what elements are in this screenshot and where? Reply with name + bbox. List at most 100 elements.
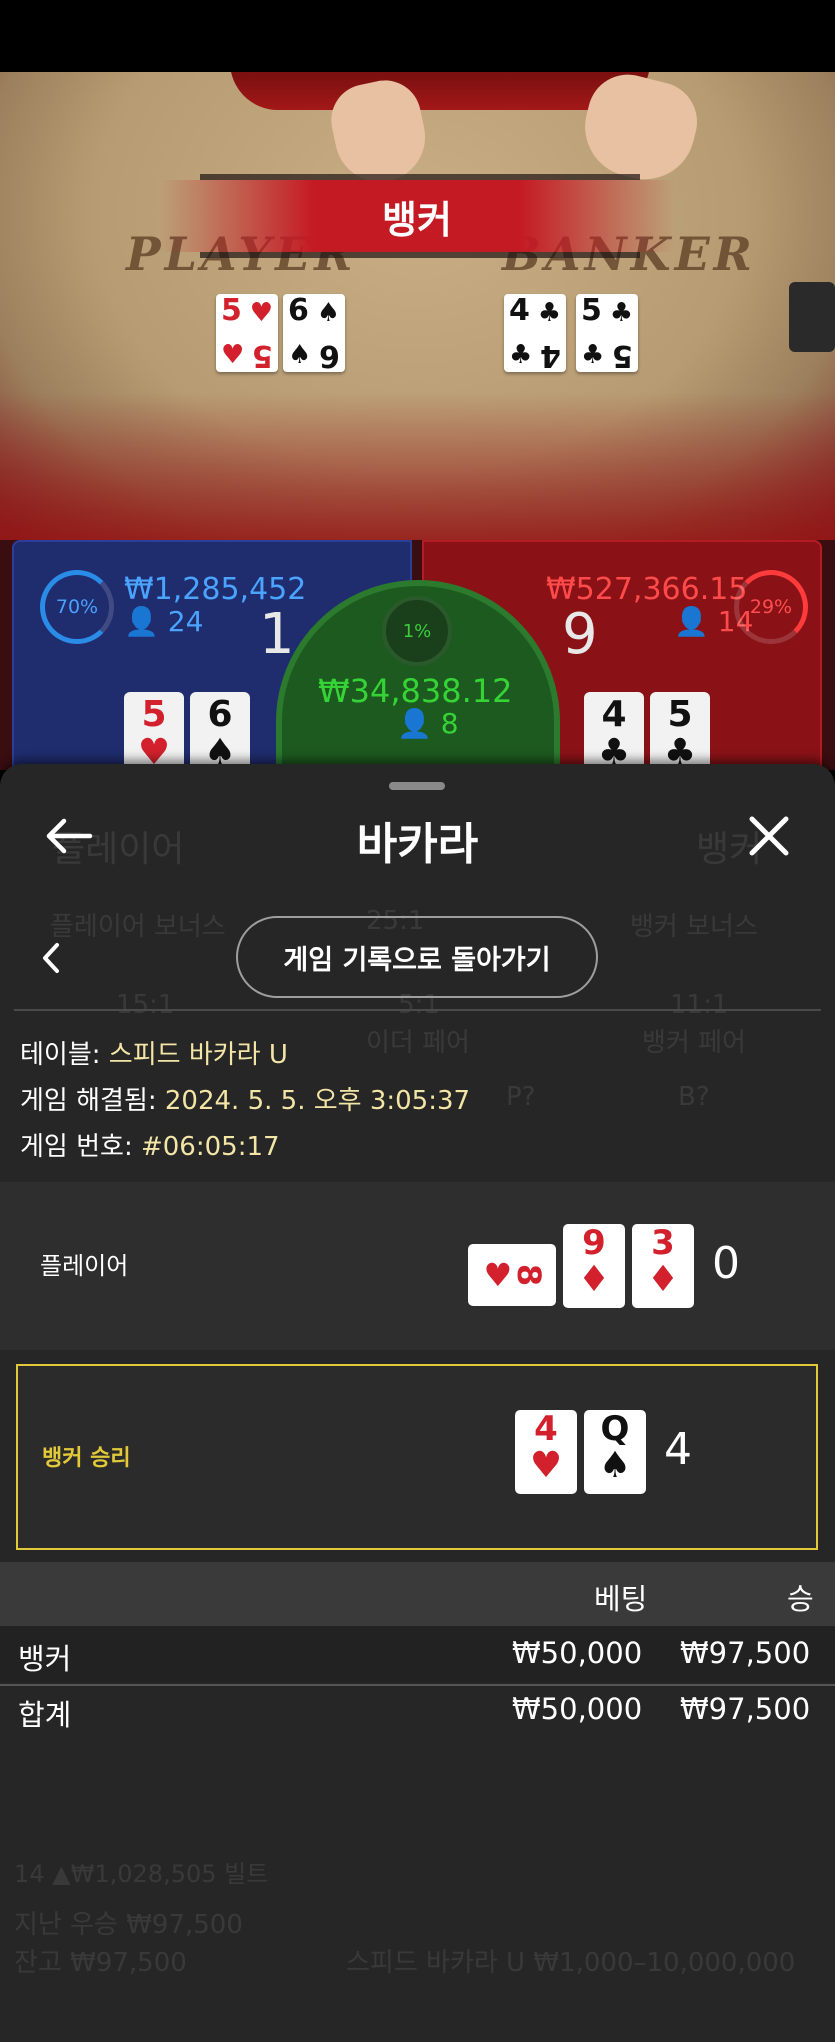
table-player-card-1: 5 ♥ ♥ 5 [216,293,278,373]
card-rank: Q [600,1409,630,1449]
bets-header-win: 승 [787,1582,814,1616]
banker-percent-ring: 29% [734,570,808,644]
banker-card-1: 4 ♥ [515,1410,577,1494]
table-banker-card-2: 5 ♣ ♣ 5 [576,293,638,373]
table-banker-card-1: 4 ♣ ♣ 4 [504,293,566,373]
user-icon: 👤 [397,707,432,740]
bg-b-ask: B? [678,1082,710,1112]
player-hand-total: 0 [712,1238,740,1289]
card-suit: ♥ [529,1445,563,1486]
divider [14,1009,821,1011]
bg-player-bonus: 플레이어 보너스 [50,912,226,942]
banner-line-bottom [200,252,640,258]
top-bar [0,0,835,72]
bg-footer-last-win: 지난 우승 ₩97,500 [14,1910,243,1940]
banker-stat-card-2: 5 ♣ [650,692,710,772]
player-count-value: 24 [167,605,204,638]
player-hand-label: 플레이어 [40,1252,129,1280]
card-suit: ♣ [581,340,605,370]
player-hand-row: 플레이어 ♥ 8 9 ♦ 3 ♦ 0 [0,1182,835,1350]
bg-footer-limits: 스피드 바카라 U ₩1,000–10,000,000 [346,1948,796,1978]
card-suit: ♦ [577,1259,611,1300]
user-icon: 👤 [124,605,159,638]
card-shoe [789,282,835,352]
card-rank: 4 [534,1409,558,1449]
card-suit: ♣ [609,298,633,328]
banker-hand-row: 뱅커 승리 4 ♥ Q ♠ 4 [16,1364,818,1550]
card-suit: ♥ [221,340,245,370]
banker-card-2: Q ♠ [584,1410,646,1494]
divider [0,1684,835,1686]
total-bet: ₩50,000 [512,1692,643,1726]
close-icon[interactable] [747,814,791,858]
tie-bet-total: ₩34,838.12 [318,672,513,710]
bg-odds-right: 11:1 [670,990,729,1020]
player-stat-card-1: 5 ♥ [124,692,184,772]
banker-win-label: 뱅커 승리 [42,1446,131,1471]
card-suit: ♠ [598,1445,632,1486]
bets-total-row: 합계 ₩50,000 ₩97,500 [0,1688,835,1744]
game-detail-sheet: 플레이어 뱅커 플레이어 보너스 25:1 뱅커 보너스 15:1 5:1 이더… [0,764,835,2042]
tie-percent-ring: 1% [382,596,452,666]
info-table-label: 테이블: [20,1040,109,1070]
card-suit: ♥ [249,298,273,328]
player-bettor-count: 👤 24 [124,605,203,638]
card-suit: ♦ [646,1259,680,1300]
card-suit: ♣ [537,298,561,328]
table-player-card-2: 6 ♠ ♠ 6 [283,293,345,373]
info-resolved: 게임 해결됨: 2024. 5. 5. 오후 3:05:37 [20,1080,470,1117]
card-suit: ♥ [483,1256,513,1294]
bg-footer-line1: 14 ▲₩1,028,505 빌트 [14,1860,269,1888]
winner-banner: 뱅커 [160,180,674,252]
bg-footer-balance: 잔고 ₩97,500 [14,1948,187,1978]
info-game-number-value: #06:05:17 [140,1132,280,1162]
card-rank: 6 [288,293,309,328]
live-video: PLAYER BANKER 뱅커 5 ♥ ♥ 5 6 ♠ ♠ 6 4 ♣ ♣ 4… [0,72,835,542]
bets-header-bet: 베팅 [594,1582,648,1616]
bets-table-header: 베팅 승 [0,1562,835,1626]
tie-percent: 1% [402,620,432,642]
banker-percent: 29% [749,596,793,618]
card-rank: 8 [510,1263,549,1287]
card-suit: ♣ [509,340,533,370]
info-resolved-value: 2024. 5. 5. 오후 3:05:37 [164,1086,471,1116]
player-third-card: ♥ 8 [468,1244,556,1306]
sheet-drag-handle[interactable] [389,782,445,790]
card-rank: 5 [581,293,602,328]
bg-odds-left: 15:1 [116,990,175,1020]
info-resolved-label: 게임 해결됨: [20,1086,165,1116]
card-rank: 5 [612,338,633,373]
total-win: ₩97,500 [680,1692,811,1726]
info-game-number-label: 게임 번호: [20,1132,141,1162]
sheet-title: 바카라 [356,819,479,870]
back-to-history-button[interactable]: 게임 기록으로 돌아가기 [236,916,598,998]
video-fade [0,392,835,542]
tie-count-value: 8 [440,707,459,740]
card-rank: 4 [509,293,530,328]
player-card-2: 3 ♦ [632,1224,694,1308]
info-table-value: 스피드 바카라 U [108,1040,288,1070]
card-rank: 5 [221,293,242,328]
player-percent-ring: 70% [40,570,114,644]
dealer-sleeve [230,72,650,110]
card-rank: 4 [540,338,561,373]
card-rank: 4 [601,694,627,735]
card-rank: 5 [252,338,273,373]
card-rank: 6 [207,694,233,735]
bet-name: 뱅커 [18,1642,72,1676]
user-icon: 👤 [674,605,709,638]
banker-score: 9 [562,602,598,667]
total-name: 합계 [18,1698,72,1732]
info-game-number: 게임 번호: #06:05:17 [20,1126,280,1163]
player-card-1: 9 ♦ [563,1224,625,1308]
table-row: 뱅커 ₩50,000 ₩97,500 [0,1626,835,1682]
banker-stat-card-1: 4 ♣ [584,692,644,772]
banker-hand-total: 4 [664,1424,692,1475]
card-rank: 5 [141,694,167,735]
bg-p-ask: P? [506,1082,536,1112]
bet-win: ₩97,500 [680,1636,811,1670]
card-rank: 9 [582,1223,606,1263]
chevron-left-icon[interactable] [38,940,64,976]
bg-banker-bonus: 뱅커 보너스 [630,912,758,942]
card-suit: ♠ [316,298,340,328]
